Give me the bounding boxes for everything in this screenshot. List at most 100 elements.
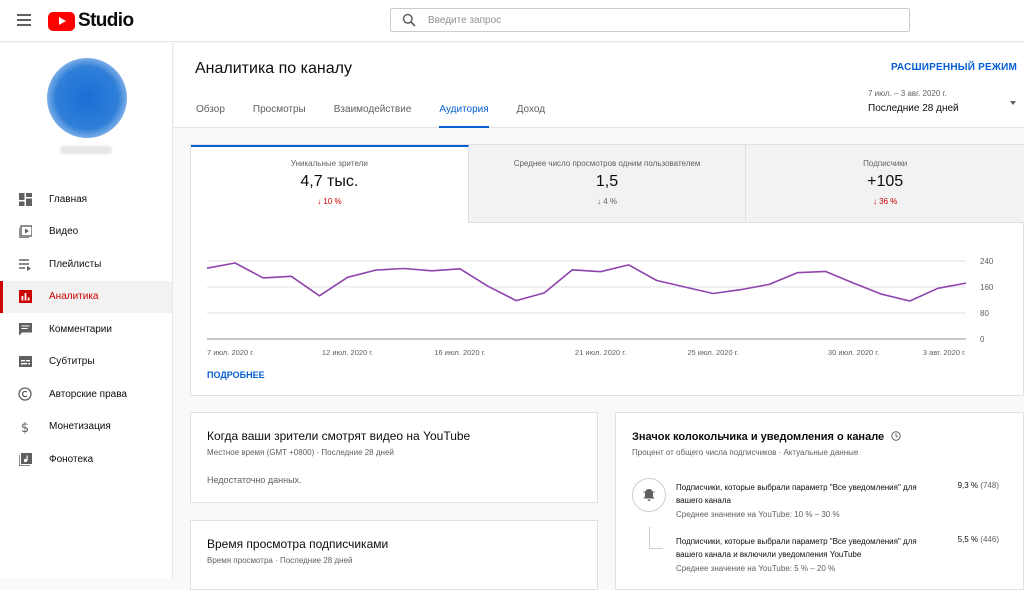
arrow-down-icon: ↓	[317, 197, 322, 206]
data-point	[909, 300, 911, 302]
data-point	[684, 286, 686, 288]
clock-icon[interactable]	[891, 431, 901, 441]
arrow-down-icon: ↓	[596, 197, 601, 206]
studio-logo[interactable]: Studio	[48, 10, 134, 31]
menu-icon[interactable]	[14, 11, 34, 31]
line-chart[interactable]: 0 80 160 240 7 июл. 2020 г. 12 июл. 2020 г. 16…	[191, 243, 1024, 361]
data-point	[965, 282, 967, 284]
caret-down-icon[interactable]	[1010, 101, 1016, 105]
data-point	[712, 292, 714, 294]
audio-library-icon	[18, 452, 32, 466]
data-point	[403, 267, 405, 269]
data-point	[515, 299, 517, 301]
sidebar-item-dashboard[interactable]: Главная	[0, 183, 172, 216]
sidebar-item-monetization[interactable]: $ Монетизация	[0, 411, 172, 444]
data-point	[543, 292, 545, 294]
x-tick-label: 21 июл. 2020 г.	[575, 348, 626, 357]
sidebar-nav: Главная Видео Плейлисты Аналитика Коммен…	[0, 183, 172, 476]
search-box[interactable]	[390, 8, 910, 32]
youtube-play-icon	[48, 11, 75, 31]
video-icon	[18, 225, 32, 239]
sidebar-item-subtitles[interactable]: Субтитры	[0, 346, 172, 379]
sidebar-item-audio-library[interactable]: Фонотека	[0, 443, 172, 476]
notif-row-all-enabled: Подписчики, которые выбрали параметр "Вс…	[676, 535, 1016, 573]
tab-overview[interactable]: Обзор	[196, 104, 225, 128]
x-tick-label: 25 июл. 2020 г.	[687, 348, 738, 357]
metric-label: Подписчики	[863, 159, 908, 168]
analytics-icon	[18, 290, 32, 304]
tab-audience[interactable]: Аудитория	[439, 104, 489, 128]
row-percent: 9,3 %	[957, 481, 979, 490]
data-point	[234, 262, 236, 264]
sidebar-item-copyright[interactable]: Авторские права	[0, 378, 172, 411]
data-point	[768, 283, 770, 285]
sidebar-item-label: Монетизация	[49, 421, 111, 433]
see-more-link[interactable]: ПОДРОБНЕЕ	[207, 370, 265, 380]
tab-engagement[interactable]: Взаимодействие	[334, 104, 412, 128]
sidebar-item-video[interactable]: Видео	[0, 216, 172, 249]
top-bar: Studio	[0, 0, 1024, 42]
bell-badge	[632, 478, 666, 512]
date-range-dates: 7 июл. – 3 авг. 2020 г.	[868, 89, 947, 98]
data-point	[431, 270, 433, 272]
metric-avg-views-per-viewer[interactable]: Среднее число просмотров одним пользоват…	[468, 145, 747, 223]
data-point	[937, 287, 939, 289]
x-tick-label: 12 июл. 2020 г.	[322, 348, 373, 357]
metric-unique-viewers[interactable]: Уникальные зрители 4,7 тыс. ↓ 10 %	[191, 145, 469, 223]
data-point	[318, 295, 320, 297]
playlist-icon	[18, 257, 32, 271]
x-tick-label: 3 авг. 2020 г.	[923, 348, 966, 357]
sidebar-item-playlists[interactable]: Плейлисты	[0, 248, 172, 281]
bell-icon	[643, 489, 655, 501]
data-point	[206, 267, 208, 269]
sidebar-item-comments[interactable]: Комментарии	[0, 313, 172, 346]
data-point	[627, 264, 629, 266]
card-subtitle: Процент от общего числа подписчиков · Ак…	[632, 448, 859, 457]
y-tick-label: 240	[980, 257, 994, 266]
x-tick-label: 7 июл. 2020 г.	[207, 348, 254, 357]
search-icon[interactable]	[402, 13, 416, 27]
card-subtitle: Время просмотра · Последние 28 дней	[207, 556, 353, 565]
y-tick-label: 0	[980, 335, 985, 344]
row-value: 5,5 % (446)	[958, 535, 999, 544]
metric-tabs: Уникальные зрители 4,7 тыс. ↓ 10 % Средн…	[191, 145, 1024, 223]
row-connector	[649, 527, 663, 549]
row-average: Среднее значение на YouTube: 10 % – 30 %	[676, 510, 840, 519]
metric-delta: ↓ 36 %	[746, 197, 1024, 206]
card-subtitle: Местное время (GMT +0800) · Последние 28…	[207, 448, 394, 457]
metric-subscribers[interactable]: Подписчики +105 ↓ 36 %	[746, 145, 1024, 223]
x-tick-label: 16 июл. 2020 г.	[434, 348, 485, 357]
sidebar-item-label: Авторские права	[49, 388, 127, 400]
row-text: Подписчики, которые выбрали параметр "Вс…	[676, 537, 917, 559]
bell-notifications-card: Значок колокольчика и уведомления о кана…	[615, 412, 1024, 590]
metric-label: Среднее число просмотров одним пользоват…	[513, 159, 701, 168]
card-title-text: Значок колокольчика и уведомления о кана…	[632, 431, 885, 443]
advanced-mode-button[interactable]: РАСШИРЕННЫЙ РЕЖИМ	[891, 62, 1017, 73]
y-tick-label: 80	[980, 309, 989, 318]
sidebar-item-label: Плейлисты	[49, 258, 102, 270]
page-title: Аналитика по каналу	[195, 60, 352, 77]
sidebar-item-label: Главная	[49, 193, 88, 205]
sidebar: Главная Видео Плейлисты Аналитика Коммен…	[0, 43, 173, 578]
metric-value: 1,5	[595, 173, 619, 190]
tab-reach[interactable]: Просмотры	[253, 104, 306, 128]
data-point	[656, 279, 658, 281]
metric-value: +105	[867, 173, 904, 190]
sidebar-item-analytics[interactable]: Аналитика	[0, 280, 172, 313]
date-range-label: Последние 28 дней	[868, 103, 959, 114]
tab-revenue[interactable]: Доход	[517, 104, 545, 128]
no-data-message: Недостаточно данных.	[207, 475, 302, 485]
sidebar-item-label: Видео	[49, 226, 79, 238]
channel-name-blurred	[60, 146, 112, 154]
channel-avatar[interactable]	[47, 58, 127, 138]
data-point	[880, 293, 882, 295]
x-tick-label: 30 июл. 2020 г.	[828, 348, 879, 357]
data-point	[374, 269, 376, 271]
date-range-picker[interactable]: 7 июл. – 3 авг. 2020 г. Последние 28 дне…	[868, 89, 959, 114]
metric-delta: ↓ 4 %	[469, 197, 746, 206]
metric-value: 4,7 тыс.	[300, 173, 359, 190]
search-input[interactable]	[428, 14, 868, 26]
watch-time-subscribers-card: Время просмотра подписчиками Время просм…	[190, 520, 598, 590]
subtitles-icon	[18, 355, 32, 369]
metric-delta-value: 4 %	[603, 197, 618, 206]
